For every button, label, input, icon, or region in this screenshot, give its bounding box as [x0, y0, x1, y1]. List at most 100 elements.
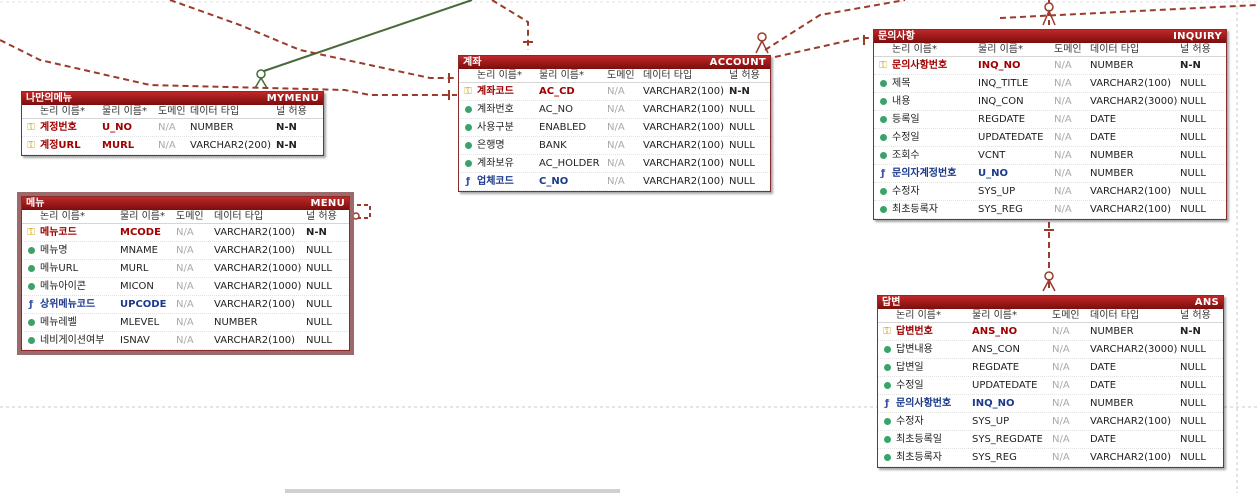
attribute-row[interactable]: 최초등록자 SYS_REG N/A VARCHAR2(100) NULL [878, 449, 1223, 467]
attribute-nullable: NULL [729, 158, 755, 169]
col-header-nullable: 널 허용 [276, 106, 307, 117]
attribute-datatype: VARCHAR2(100) [643, 140, 725, 151]
attribute-row[interactable]: 내용 INQ_CON N/A VARCHAR2(3000) NULL [874, 93, 1226, 111]
attribute-row[interactable]: ⚿ 메뉴코드 MCODE N/A VARCHAR2(100) N-N [22, 224, 349, 242]
relationship-line[interactable] [0, 39, 457, 96]
relationship-line[interactable] [260, 0, 473, 73]
attribute-datatype: NUMBER [1090, 150, 1134, 161]
attribute-datatype: NUMBER [1090, 60, 1134, 71]
attribute-nullable: N-N [1180, 326, 1201, 337]
attribute-row[interactable]: 메뉴URL MURL N/A VARCHAR2(1000) NULL [22, 260, 349, 278]
attribute-datatype: DATE [1090, 132, 1117, 143]
attribute-icon [27, 283, 35, 290]
foreign-key-icon: ƒ [884, 398, 890, 409]
foreign-key-icon: ƒ [28, 299, 34, 310]
attribute-nullable: NULL [306, 335, 332, 346]
attribute-nullable: NULL [1180, 344, 1206, 355]
entity-logical-name: 메뉴 [26, 198, 45, 209]
foreign-key-icon: ƒ [880, 168, 886, 179]
attribute-physical-name: MURL [102, 140, 135, 151]
entity-header[interactable]: 문의사항 INQUIRY [874, 30, 1226, 43]
attribute-row[interactable]: 최초등록일 SYS_REGDATE N/A DATE NULL [878, 431, 1223, 449]
attribute-row[interactable]: ⚿ 계좌코드 AC_CD N/A VARCHAR2(100) N-N [459, 83, 770, 101]
attribute-row[interactable]: 수정자 SYS_UP N/A VARCHAR2(100) NULL [874, 183, 1226, 201]
attribute-logical-name: 계정URL [40, 140, 81, 151]
attribute-nullable: NULL [1180, 114, 1206, 125]
attribute-logical-name: 상위메뉴코드 [40, 299, 96, 310]
attribute-nullable: NULL [729, 104, 755, 115]
primary-key-icon: ⚿ [27, 140, 35, 151]
attribute-row[interactable]: 조회수 VCNT N/A NUMBER NULL [874, 147, 1226, 165]
relationship-line[interactable] [169, 0, 457, 79]
attribute-row[interactable]: 계좌보유 AC_HOLDER N/A VARCHAR2(100) NULL [459, 155, 770, 173]
attribute-domain: N/A [1054, 114, 1072, 125]
attribute-domain: N/A [1052, 326, 1070, 337]
attribute-icon [879, 206, 887, 213]
attribute-physical-name: ANS_NO [972, 326, 1018, 337]
entity-header[interactable]: 답변 ANS [878, 296, 1223, 309]
attribute-row[interactable]: ƒ 문의사항번호 INQ_NO N/A NUMBER NULL [878, 395, 1223, 413]
attribute-nullable: N-N [729, 86, 750, 97]
attribute-nullable: NULL [1180, 380, 1206, 391]
attribute-domain: N/A [176, 281, 194, 292]
horizontal-scrollbar[interactable] [285, 489, 620, 493]
attribute-physical-name: VCNT [978, 150, 1006, 161]
entity-inquiry[interactable]: 문의사항 INQUIRY 논리 이름* 물리 이름* 도메인 데이터 타입 널 … [873, 29, 1227, 220]
attribute-row[interactable]: ƒ 상위메뉴코드 UPCODE N/A VARCHAR2(100) NULL [22, 296, 349, 314]
attribute-row[interactable]: 메뉴레벨 MLEVEL N/A NUMBER NULL [22, 314, 349, 332]
attribute-icon [883, 454, 891, 461]
entity-mymenu[interactable]: 나만의메뉴 MYMENU 논리 이름* 물리 이름* 도메인 데이터 타입 널 … [21, 91, 324, 156]
attribute-row[interactable]: 등록일 REGDATE N/A DATE NULL [874, 111, 1226, 129]
attribute-row[interactable]: 수정일 UPDATEDATE N/A DATE NULL [878, 377, 1223, 395]
attribute-row[interactable]: 메뉴아이콘 MICON N/A VARCHAR2(1000) NULL [22, 278, 349, 296]
attribute-domain: N/A [607, 104, 625, 115]
attribute-physical-name: INQ_TITLE [978, 78, 1029, 89]
attribute-nullable: NULL [1180, 204, 1206, 215]
attribute-row[interactable]: 네비게이션여부 ISNAV N/A VARCHAR2(100) NULL [22, 332, 349, 350]
attribute-datatype: VARCHAR2(100) [643, 86, 725, 97]
attribute-physical-name: ANS_CON [972, 344, 1021, 355]
entity-account[interactable]: 계좌 ACCOUNT 논리 이름* 물리 이름* 도메인 데이터 타입 널 허용… [458, 55, 771, 192]
relationship-line[interactable] [774, 37, 873, 58]
relationship-line[interactable] [999, 4, 1257, 19]
attribute-row[interactable]: 메뉴명 MNAME N/A VARCHAR2(100) NULL [22, 242, 349, 260]
attribute-row[interactable]: 답변일 REGDATE N/A DATE NULL [878, 359, 1223, 377]
attribute-row[interactable]: 제목 INQ_TITLE N/A VARCHAR2(100) NULL [874, 75, 1226, 93]
attribute-datatype: VARCHAR2(1000) [214, 263, 302, 274]
entity-menu[interactable]: 메뉴 MENU 논리 이름* 물리 이름* 도메인 데이터 타입 널 허용 ⚿ 메… [17, 192, 354, 355]
attribute-domain: N/A [1052, 344, 1070, 355]
attribute-row[interactable]: ⚿ 문의사항번호 INQ_NO N/A NUMBER N-N [874, 57, 1226, 75]
attribute-row[interactable]: 최초등록자 SYS_REG N/A VARCHAR2(100) NULL [874, 201, 1226, 219]
attribute-row[interactable]: 은행명 BANK N/A VARCHAR2(100) NULL [459, 137, 770, 155]
attribute-row[interactable]: ƒ 업체코드 C_NO N/A VARCHAR2(100) NULL [459, 173, 770, 191]
attribute-row[interactable]: 수정자 SYS_UP N/A VARCHAR2(100) NULL [878, 413, 1223, 431]
col-header-datatype: 데이터 타입 [190, 106, 240, 117]
attribute-row[interactable]: ⚿ 계정URL MURL N/A VARCHAR2(200) N-N [22, 137, 323, 155]
attribute-row[interactable]: 수정일 UPDATEDATE N/A DATE NULL [874, 129, 1226, 147]
attribute-row[interactable]: ƒ 문의자계정번호 U_NO N/A NUMBER NULL [874, 165, 1226, 183]
attribute-logical-name: 등록일 [892, 114, 920, 125]
attribute-datatype: VARCHAR2(100) [214, 245, 296, 256]
attribute-domain: N/A [1052, 452, 1070, 463]
attribute-icon [879, 188, 887, 195]
attribute-row[interactable]: ⚿ 답변번호 ANS_NO N/A NUMBER N-N [878, 323, 1223, 341]
entity-ans[interactable]: 답변 ANS 논리 이름* 물리 이름* 도메인 데이터 타입 널 허용 ⚿ 답변… [877, 295, 1224, 468]
entity-header[interactable]: 계좌 ACCOUNT [459, 56, 770, 69]
attribute-row[interactable]: ⚿ 계정번호 U_NO N/A NUMBER N-N [22, 119, 323, 137]
attribute-row[interactable]: 사용구분 ENABLED N/A VARCHAR2(100) NULL [459, 119, 770, 137]
attribute-domain: N/A [176, 263, 194, 274]
attribute-row[interactable]: 답변내용 ANS_CON N/A VARCHAR2(3000) NULL [878, 341, 1223, 359]
entity-physical-name: MYMENU [266, 93, 319, 104]
primary-key-icon: ⚿ [27, 227, 35, 238]
attribute-row[interactable]: 계좌번호 AC_NO N/A VARCHAR2(100) NULL [459, 101, 770, 119]
attribute-nullable: NULL [1180, 186, 1206, 197]
diagram-canvas[interactable]: 나만의메뉴 MYMENU 논리 이름* 물리 이름* 도메인 데이터 타입 널 … [0, 0, 1257, 493]
entity-header[interactable]: 나만의메뉴 MYMENU [22, 92, 323, 105]
col-header-datatype: 데이터 타입 [643, 70, 693, 81]
attribute-logical-name: 계좌번호 [477, 104, 514, 115]
relationship-line[interactable] [491, 0, 529, 50]
attribute-domain: N/A [158, 122, 176, 133]
entity-header[interactable]: 메뉴 MENU [22, 197, 349, 210]
attribute-logical-name: 수정자 [892, 186, 920, 197]
attribute-logical-name: 메뉴코드 [40, 227, 77, 238]
